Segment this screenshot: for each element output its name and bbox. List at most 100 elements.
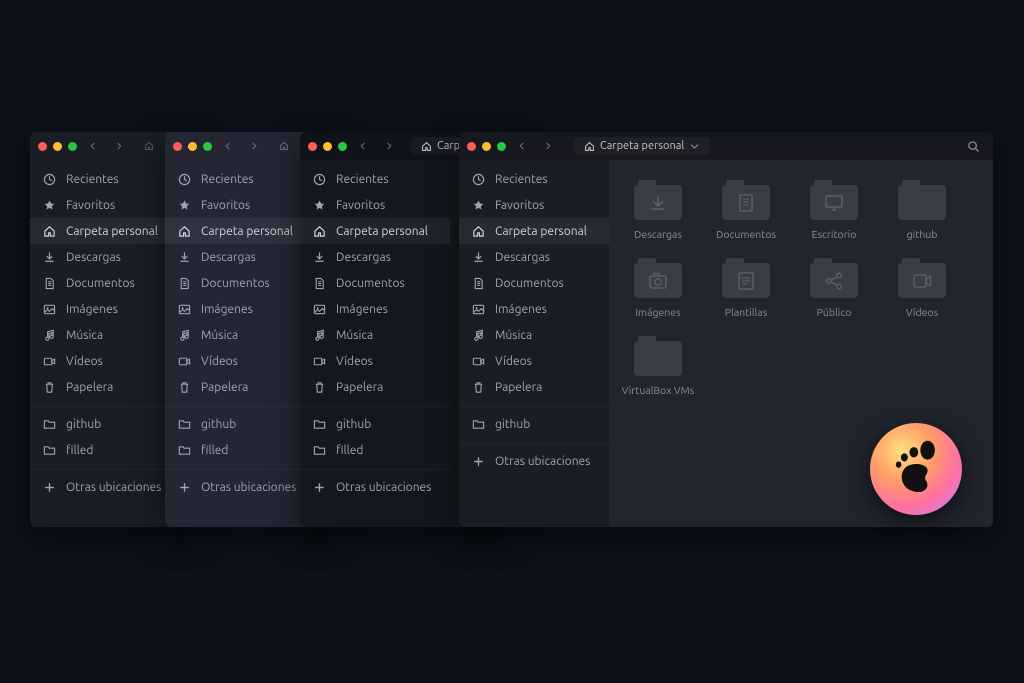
sidebar-item-download[interactable]: Descargas	[300, 244, 450, 270]
maximize-dot[interactable]	[68, 142, 77, 151]
sidebar-item-star[interactable]: Favoritos	[459, 192, 609, 218]
close-dot[interactable]	[38, 142, 47, 151]
sidebar-item-folder[interactable]: github	[300, 406, 450, 437]
sidebar-item-download[interactable]: Descargas	[165, 244, 315, 270]
sidebar-item-trash[interactable]: Papelera	[459, 374, 609, 400]
sidebar-item-image[interactable]: Imágenes	[30, 296, 180, 322]
sidebar-item-label: Favoritos	[336, 199, 385, 212]
nav-back[interactable]	[353, 136, 373, 156]
breadcrumb[interactable]: Carpeta personal	[574, 137, 710, 155]
sidebar-item-music[interactable]: Música	[165, 322, 315, 348]
home-icon	[584, 141, 595, 152]
sidebar-item-home[interactable]: Carpeta personal	[30, 218, 180, 244]
folder-icon	[177, 417, 191, 431]
maximize-dot[interactable]	[338, 142, 347, 151]
sidebar-item-folder[interactable]: github	[459, 406, 609, 437]
folder-icon	[42, 417, 56, 431]
minimize-dot[interactable]	[188, 142, 197, 151]
folder-item[interactable]: Vídeos	[883, 258, 961, 318]
home-icon[interactable]	[139, 136, 159, 156]
sidebar-item-document[interactable]: Documentos	[300, 270, 450, 296]
sidebar-item-video[interactable]: Vídeos	[30, 348, 180, 374]
sidebar-item-star[interactable]: Favoritos	[30, 192, 180, 218]
sidebar-item-image[interactable]: Imágenes	[459, 296, 609, 322]
sidebar-item-download[interactable]: Descargas	[30, 244, 180, 270]
music-icon	[471, 328, 485, 342]
sidebar: Recientes Favoritos Carpeta personalDescar…	[459, 160, 609, 527]
sidebar-item-home[interactable]: Carpeta personal	[300, 218, 450, 244]
sidebar-item-plus[interactable]: Otras ubicaciones	[459, 443, 609, 474]
sidebar-item-video[interactable]: Vídeos	[459, 348, 609, 374]
sidebar-item-music[interactable]: Música	[300, 322, 450, 348]
maximize-dot[interactable]	[203, 142, 212, 151]
nav-forward[interactable]	[244, 136, 264, 156]
sidebar-item-folder[interactable]: github	[30, 406, 180, 437]
sidebar-item-document[interactable]: Documentos	[30, 270, 180, 296]
close-dot[interactable]	[173, 142, 182, 151]
minimize-dot[interactable]	[53, 142, 62, 151]
sidebar-item-label: Favoritos	[495, 199, 544, 212]
close-dot[interactable]	[308, 142, 317, 151]
folder-item[interactable]: github	[883, 180, 961, 240]
nav-forward[interactable]	[379, 136, 399, 156]
folder-item[interactable]: Imágenes	[619, 258, 697, 318]
sidebar-item-label: Descargas	[66, 251, 121, 264]
folder-item[interactable]: Escritorio	[795, 180, 873, 240]
sidebar-item-star[interactable]: Favoritos	[165, 192, 315, 218]
sidebar-item-download[interactable]: Descargas	[459, 244, 609, 270]
sidebar-item-folder[interactable]: filled	[300, 437, 450, 463]
sidebar-item-home[interactable]: Carpeta personal	[165, 218, 315, 244]
nav-back[interactable]	[83, 136, 103, 156]
sidebar-item-plus[interactable]: Otras ubicaciones	[30, 469, 180, 500]
sidebar-item-trash[interactable]: Papelera	[165, 374, 315, 400]
sidebar-item-music[interactable]: Música	[459, 322, 609, 348]
folder-item[interactable]: Público	[795, 258, 873, 318]
folder-item[interactable]: VirtualBox VMs	[619, 336, 697, 396]
folder-icon	[810, 258, 858, 298]
sidebar-item-plus[interactable]: Otras ubicaciones	[165, 469, 315, 500]
sidebar-item-clock[interactable]: Recientes	[300, 166, 450, 192]
nav-back[interactable]	[512, 136, 532, 156]
sidebar-item-document[interactable]: Documentos	[165, 270, 315, 296]
nav-forward[interactable]	[109, 136, 129, 156]
folder-icon	[722, 258, 770, 298]
folder-label: Público	[817, 306, 852, 318]
sidebar-item-trash[interactable]: Papelera	[30, 374, 180, 400]
folder-icon	[634, 258, 682, 298]
maximize-dot[interactable]	[497, 142, 506, 151]
sidebar-item-folder[interactable]: github	[165, 406, 315, 437]
search-button[interactable]	[961, 134, 985, 158]
sidebar-item-music[interactable]: Música	[30, 322, 180, 348]
sidebar: RecientesFavoritosCarpeta personalDescar…	[165, 160, 315, 527]
folder-item[interactable]: Plantillas	[707, 258, 785, 318]
folder-label: VirtualBox VMs	[622, 384, 695, 396]
folder-item[interactable]: Descargas	[619, 180, 697, 240]
sidebar-item-image[interactable]: Imágenes	[300, 296, 450, 322]
sidebar-item-video[interactable]: Vídeos	[300, 348, 450, 374]
home-icon[interactable]	[274, 136, 294, 156]
minimize-dot[interactable]	[323, 142, 332, 151]
sidebar-item-video[interactable]: Vídeos	[165, 348, 315, 374]
sidebar-item-clock[interactable]: Recientes	[30, 166, 180, 192]
sidebar-item-label: Otras ubicaciones	[336, 481, 431, 494]
nav-forward[interactable]	[538, 136, 558, 156]
minimize-dot[interactable]	[482, 142, 491, 151]
sidebar-item-folder[interactable]: filled	[165, 437, 315, 463]
sidebar-item-home[interactable]: Carpeta personal	[459, 218, 609, 244]
folder-icon	[312, 417, 326, 431]
nav-back[interactable]	[218, 136, 238, 156]
sidebar-item-folder[interactable]: filled	[30, 437, 180, 463]
folder-item[interactable]: Documentos	[707, 180, 785, 240]
sidebar-item-image[interactable]: Imágenes	[165, 296, 315, 322]
sidebar-item-label: Música	[66, 329, 103, 342]
sidebar: RecientesFavoritosCarpeta personal Descar…	[30, 160, 180, 527]
close-dot[interactable]	[467, 142, 476, 151]
sidebar-item-label: Imágenes	[495, 303, 547, 316]
image-icon	[42, 302, 56, 316]
sidebar-item-star[interactable]: Favoritos	[300, 192, 450, 218]
sidebar-item-trash[interactable]: Papelera	[300, 374, 450, 400]
sidebar-item-document[interactable]: Documentos	[459, 270, 609, 296]
sidebar-item-clock[interactable]: Recientes	[165, 166, 315, 192]
sidebar-item-clock[interactable]: Recientes	[459, 166, 609, 192]
sidebar-item-plus[interactable]: Otras ubicaciones	[300, 469, 450, 500]
